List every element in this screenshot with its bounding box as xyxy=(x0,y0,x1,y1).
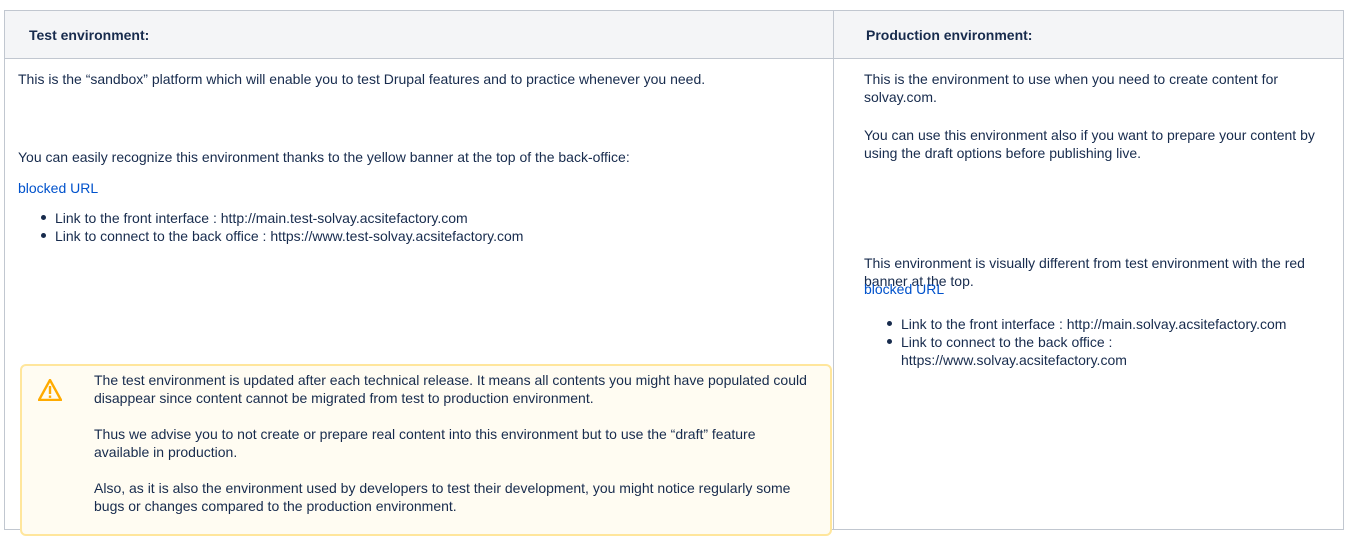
list-item: Link to the front interface : http://mai… xyxy=(41,209,523,227)
table-header-row: Test environment: Production environment… xyxy=(4,10,1344,59)
warning-icon xyxy=(38,379,62,401)
warning-paragraph: Thus we advise you to not create or prep… xyxy=(94,426,756,460)
list-item: Link to connect to the back office : htt… xyxy=(887,333,1327,369)
warning-paragraph: The test environment is updated after ea… xyxy=(94,372,807,406)
header-test-environment: Test environment: xyxy=(4,10,834,59)
production-links-list: Link to the front interface : http://mai… xyxy=(887,315,1327,369)
test-recognize-text: You can easily recognize this environmen… xyxy=(18,149,630,165)
warning-panel: The test environment is updated after ea… xyxy=(20,364,832,536)
header-production-environment: Production environment: xyxy=(833,10,1344,59)
production-intro-text: This is the environment to use when you … xyxy=(864,71,1279,105)
test-intro-text: This is the “sandbox” platform which wil… xyxy=(18,71,706,87)
list-item: Link to the front interface : http://mai… xyxy=(887,315,1327,333)
list-item: Link to connect to the back office : htt… xyxy=(41,227,523,245)
test-links-list: Link to the front interface : http://mai… xyxy=(41,209,523,245)
production-environment-cell: This is the environment to use when you … xyxy=(833,58,1344,530)
warning-paragraph: Also, as it is also the environment used… xyxy=(94,480,791,514)
environments-table: Test environment: Production environment… xyxy=(4,10,1344,536)
test-environment-cell: This is the “sandbox” platform which wil… xyxy=(4,58,834,536)
production-draft-text: You can use this environment also if you… xyxy=(864,127,1315,161)
test-blocked-url-link[interactable]: blocked URL xyxy=(18,179,98,197)
table-row: This is the “sandbox” platform which wil… xyxy=(4,58,1344,536)
production-blocked-url-link[interactable]: blocked URL xyxy=(864,280,944,298)
